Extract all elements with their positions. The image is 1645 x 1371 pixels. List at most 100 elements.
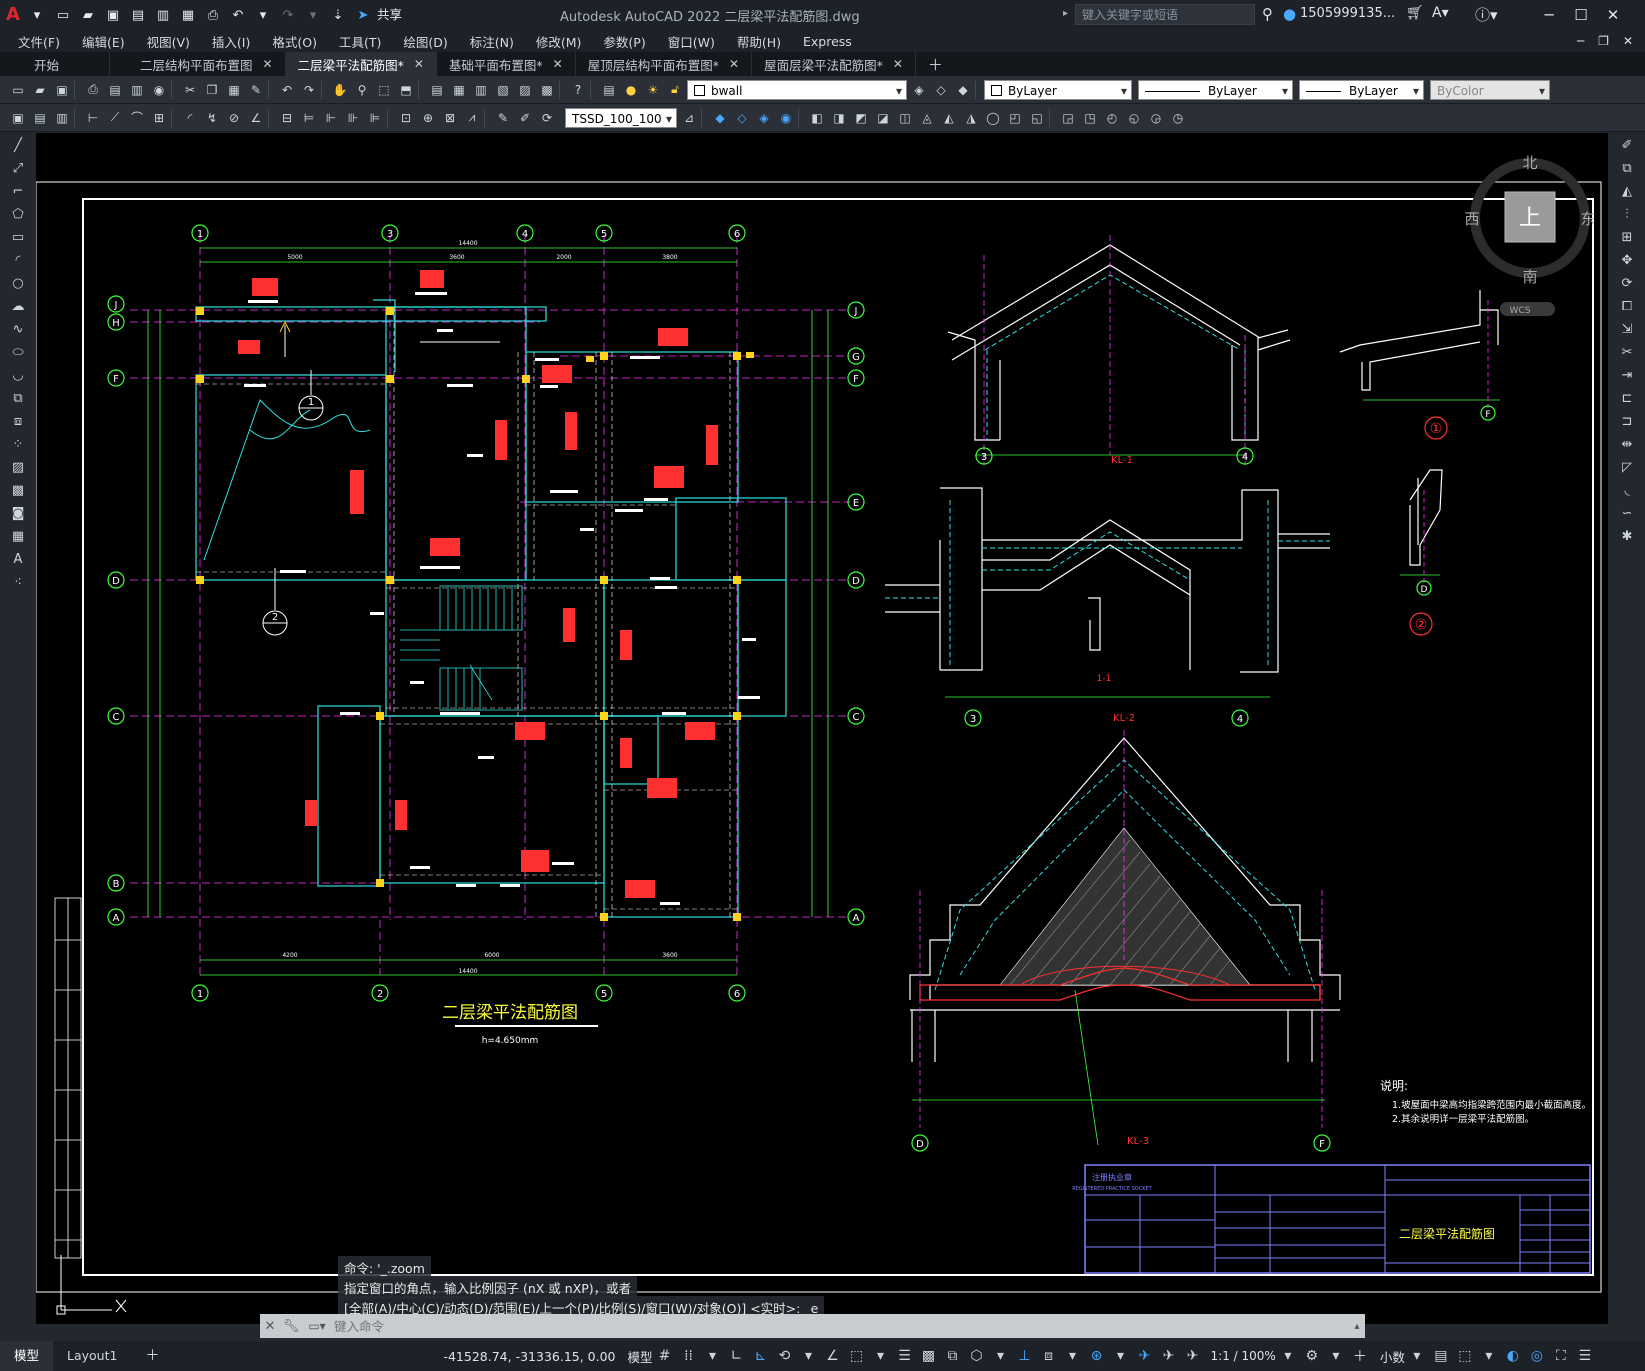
new-icon[interactable]: ▭ (8, 80, 28, 100)
tolerance-icon[interactable]: ⊡ (396, 108, 416, 128)
tab-roof-beam[interactable]: 屋面层梁平法配筋图* ✕ (752, 52, 916, 76)
undo-icon[interactable]: ↶ (227, 5, 249, 25)
scale-dropdown-icon[interactable]: ▾ (1276, 1348, 1300, 1364)
tab-close-icon[interactable]: ✕ (263, 57, 273, 71)
grid-icon[interactable]: # (653, 1348, 677, 1364)
tab-structure-plan[interactable]: 二层结构平面布置图 ✕ (110, 52, 286, 76)
fillet-icon[interactable]: ◟ (1616, 481, 1638, 501)
circle-icon[interactable]: ○ (7, 274, 29, 294)
erase-icon[interactable]: ✐ (1616, 136, 1638, 156)
rotate-icon[interactable]: ⟳ (1616, 274, 1638, 294)
viewcube-north[interactable]: 北 (1522, 154, 1537, 172)
publish-icon[interactable]: ▥ (127, 80, 147, 100)
search-input[interactable]: 键入关键字或短语 (1075, 4, 1255, 25)
new-tab-plus-icon[interactable]: ＋ (916, 52, 955, 76)
region-icon[interactable]: ◙ (7, 504, 29, 524)
menu-insert[interactable]: 插入(I) (201, 32, 261, 51)
isometric-icon[interactable]: ⟲ (773, 1348, 797, 1364)
auto-scale-icon[interactable]: ✈ (1157, 1348, 1181, 1364)
layer-thaw-sun-icon[interactable]: ☀ (643, 80, 663, 100)
hardware-acceleration-icon[interactable]: ◎ (1525, 1348, 1549, 1364)
model-tab[interactable]: 模型 (0, 1341, 54, 1371)
object-snap-icon[interactable]: ⬚ (845, 1348, 869, 1364)
tab-close-icon[interactable]: ✕ (553, 57, 563, 71)
3d-tool-icon-4[interactable]: ◉ (776, 108, 796, 128)
isolate-objects-icon[interactable]: ◐ (1501, 1348, 1525, 1364)
plot-preview-icon[interactable]: ▤ (105, 80, 125, 100)
markup-icon[interactable]: ▨ (515, 80, 535, 100)
quick-dimension-icon[interactable]: ⊟ (277, 108, 297, 128)
gradient-icon[interactable]: ▩ (7, 481, 29, 501)
aligned-dimension-icon[interactable]: ⟋ (105, 108, 125, 128)
plotstyle-dropdown[interactable]: ByColor (1430, 79, 1550, 101)
insert-block-icon[interactable]: ⧉ (7, 389, 29, 409)
quickcalc-icon[interactable]: ▩ (537, 80, 557, 100)
quick-properties-icon[interactable]: ▤ (1429, 1348, 1453, 1364)
join-icon[interactable]: ⇹ (1616, 435, 1638, 455)
match-properties-icon[interactable]: ✎ (246, 80, 266, 100)
tab-close-icon[interactable]: ✕ (893, 57, 903, 71)
share-icon[interactable]: ➤ (352, 5, 374, 25)
redo-dropdown-icon[interactable]: ▾ (302, 5, 324, 25)
command-history-arrow-icon[interactable]: ▴ (1349, 1321, 1365, 1332)
autodesk-app-icon[interactable]: A▾ (1432, 5, 1449, 21)
table-icon[interactable]: ▦ (7, 527, 29, 547)
offset-icon[interactable]: ⫶ (1616, 205, 1638, 225)
jogged-linear-icon[interactable]: ⩘ (462, 108, 482, 128)
blend-icon[interactable]: ∽ (1616, 504, 1638, 524)
ordinate-dimension-icon[interactable]: ⊞ (149, 108, 169, 128)
trim-icon[interactable]: ✂ (1616, 343, 1638, 363)
ortho-icon[interactable]: ∟ (725, 1348, 749, 1364)
share-button[interactable]: 共享 (377, 5, 402, 25)
scale-icon[interactable]: ⧠ (1616, 297, 1638, 317)
publish-icon[interactable]: ▥ (152, 5, 174, 25)
menu-tools[interactable]: 工具(T) (328, 32, 392, 51)
menu-dimension[interactable]: 标注(N) (459, 32, 525, 51)
diameter-dimension-icon[interactable]: ⊘ (224, 108, 244, 128)
command-customize-wrench-icon[interactable]: 🔧︎ (280, 1319, 302, 1334)
snap-dropdown-icon[interactable]: ▾ (701, 1348, 725, 1364)
shade-icon-6[interactable]: ◷ (1168, 108, 1188, 128)
tab-foundation[interactable]: 基础平面布置图* ✕ (437, 52, 576, 76)
cart-icon[interactable]: 🛒︎ (1406, 5, 1424, 21)
extend-icon[interactable]: ⇥ (1616, 366, 1638, 386)
move-icon[interactable]: ✥ (1616, 251, 1638, 271)
shade-icon-1[interactable]: ◲ (1058, 108, 1078, 128)
view-tool-icon-7[interactable]: ◭ (939, 108, 959, 128)
rectangle-icon[interactable]: ▭ (7, 228, 29, 248)
add-selected-icon[interactable]: ⁖ (7, 573, 29, 593)
view-tool-icon-2[interactable]: ◨ (829, 108, 849, 128)
view-tool-icon-3[interactable]: ◩ (851, 108, 871, 128)
3d-osnap-icon[interactable]: ⬡ (965, 1348, 989, 1364)
break-at-point-icon[interactable]: ⊏ (1616, 389, 1638, 409)
dimension-text-edit-icon[interactable]: ✐ (515, 108, 535, 128)
ellipse-arc-icon[interactable]: ◡ (7, 366, 29, 386)
tab-start[interactable]: 开始 (0, 52, 110, 76)
open-icon[interactable]: ▰ (30, 80, 50, 100)
polar-tracking-icon[interactable]: ⊾ (749, 1348, 773, 1364)
make-current-layer-icon[interactable]: ◈ (909, 80, 929, 100)
paste-icon[interactable]: ▦ (224, 80, 244, 100)
dynamic-ucs-icon[interactable]: ⊥ (1013, 1348, 1037, 1364)
annotation-monitor-plus-icon[interactable]: ＋ (1348, 1346, 1372, 1366)
dimension-break-icon[interactable]: ⊫ (365, 108, 385, 128)
model-space-toggle[interactable]: 模型 (628, 1347, 653, 1366)
undo-dropdown-icon[interactable]: ▾ (252, 5, 274, 25)
arc-icon[interactable]: ◜ (7, 251, 29, 271)
units-value[interactable]: 小数 (1380, 1347, 1405, 1366)
viewcube-west[interactable]: 西 (1464, 210, 1479, 228)
redo-icon[interactable]: ↷ (299, 80, 319, 100)
workspace-gear-icon[interactable]: ⚙ (1300, 1348, 1324, 1364)
3d-tool-icon-1[interactable]: ◆ (710, 108, 730, 128)
tab-beam-plan-2[interactable]: 二层梁平法配筋图* ✕ (285, 52, 437, 76)
view-tool-icon-10[interactable]: ◰ (1005, 108, 1025, 128)
polygon-icon[interactable]: ⬠ (7, 205, 29, 225)
angular-dimension-icon[interactable]: ∠ (246, 108, 266, 128)
annotation-scale-value[interactable]: 1:1 / 100% (1211, 1349, 1276, 1363)
autocad-logo-icon[interactable]: A (6, 4, 28, 26)
pan-icon[interactable]: ✋ (330, 80, 350, 100)
dimension-space-icon[interactable]: ⊪ (343, 108, 363, 128)
array-icon[interactable]: ⊞ (1616, 228, 1638, 248)
doc-minimize-icon[interactable]: ─ (1577, 34, 1584, 48)
print-icon[interactable]: ⎙ (202, 5, 224, 25)
